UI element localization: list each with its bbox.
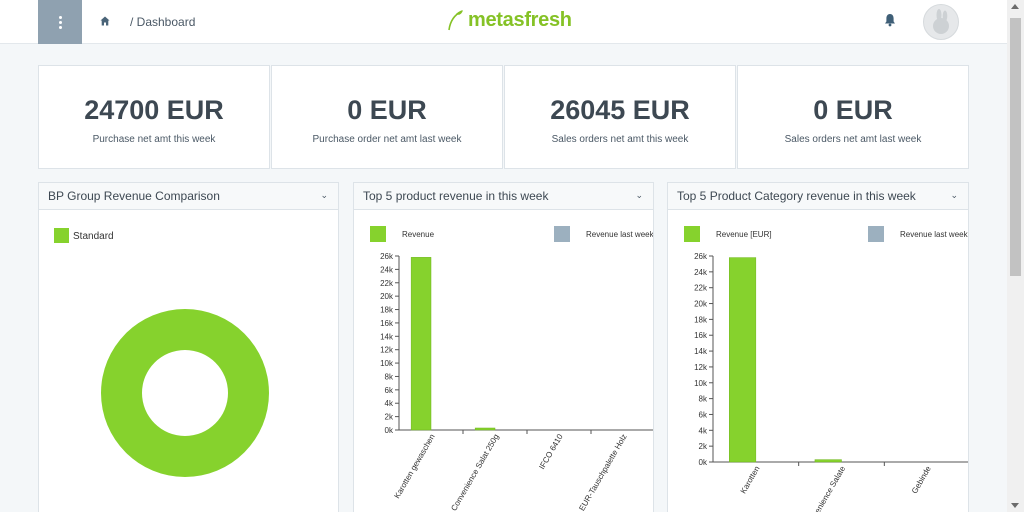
donut-slice xyxy=(101,309,269,477)
y-tick-label: 2k xyxy=(699,442,708,451)
bar xyxy=(814,459,842,463)
panel-title: Top 5 Product Category revenue in this w… xyxy=(677,189,916,203)
y-tick-label: 0k xyxy=(385,426,394,435)
legend-label: Revenue [EUR] xyxy=(716,230,772,239)
y-tick-label: 16k xyxy=(694,331,708,340)
kpi-caption: Sales orders net amt last week xyxy=(784,134,922,145)
y-tick-label: 4k xyxy=(385,399,394,408)
y-tick-label: 4k xyxy=(699,426,708,435)
chart-legend: Revenue Revenue last week xyxy=(370,226,654,242)
panel-title: BP Group Revenue Comparison xyxy=(48,189,220,203)
product-bar-chart: Revenue Revenue last week 0k 2k 4k 6k 8k 10k 12k… xyxy=(370,226,654,512)
kpi-value: 24700 EUR xyxy=(84,95,224,125)
legend-swatch xyxy=(684,226,700,242)
y-tick-label: 20k xyxy=(694,300,708,309)
kpi-caption: Purchase order net amt last week xyxy=(312,134,462,145)
kpi-caption: Sales orders net amt this week xyxy=(551,134,689,145)
y-tick-label: 26k xyxy=(694,252,708,261)
bar xyxy=(474,427,496,431)
chevron-down-icon[interactable]: ⌄ xyxy=(320,190,328,201)
avatar-icon xyxy=(933,9,949,34)
y-tick-label: 22k xyxy=(380,279,394,288)
legend-label: Revenue last week xyxy=(900,230,969,239)
y-tick-label: 26k xyxy=(380,252,394,261)
breadcrumb[interactable]: / Dashboard xyxy=(130,15,195,29)
kpi-card[interactable]: 0 EUR Purchase order net amt last week xyxy=(271,65,503,169)
kpi-card[interactable]: 0 EUR Sales orders net amt last week xyxy=(737,65,969,169)
y-tick-label: 24k xyxy=(380,265,394,274)
top5-product-panel: Top 5 product revenue in this week ⌄ Rev… xyxy=(353,182,654,512)
top5-category-panel: Top 5 Product Category revenue in this w… xyxy=(667,182,969,512)
logo[interactable]: metasfresh xyxy=(446,8,572,32)
x-tick-label: Gebinde xyxy=(910,464,933,495)
panel-header: Top 5 product revenue in this week ⌄ xyxy=(354,183,653,210)
chart-legend: Standard xyxy=(54,228,114,243)
scroll-down-icon[interactable] xyxy=(1011,503,1019,508)
x-tick-label: Convenience Salat 250g xyxy=(449,433,500,512)
y-tick-label: 12k xyxy=(694,363,708,372)
scroll-up-icon[interactable] xyxy=(1011,4,1019,9)
panel-header: BP Group Revenue Comparison ⌄ xyxy=(39,183,338,210)
leaf-icon xyxy=(448,10,463,31)
legend-label: Revenue last week xyxy=(586,230,654,239)
y-tick-label: 14k xyxy=(380,332,394,341)
y-tick-label: 0k xyxy=(699,458,708,467)
legend-label: Revenue xyxy=(402,230,435,239)
kpi-caption: Purchase net amt this week xyxy=(92,134,216,145)
x-tick-label: EUR-Tauschpalette Holz xyxy=(577,433,628,512)
y-tick-label: 6k xyxy=(699,410,708,419)
home-icon[interactable] xyxy=(100,16,110,26)
menu-button[interactable] xyxy=(38,0,82,44)
scrollbar[interactable] xyxy=(1007,0,1024,512)
legend-swatch xyxy=(54,228,69,243)
chart-legend: Revenue [EUR] Revenue last week xyxy=(684,226,969,242)
scroll-thumb[interactable] xyxy=(1010,18,1021,276)
y-tick-label: 10k xyxy=(694,379,708,388)
logo-text: metasfresh xyxy=(468,8,572,31)
y-tick-label: 8k xyxy=(699,395,708,404)
chevron-down-icon[interactable]: ⌄ xyxy=(950,190,958,201)
y-tick-label: 10k xyxy=(380,359,394,368)
y-tick-label: 18k xyxy=(380,306,394,315)
y-tick-label: 22k xyxy=(694,284,708,293)
y-tick-label: 24k xyxy=(694,268,708,277)
kpi-card[interactable]: 24700 EUR Purchase net amt this week xyxy=(38,65,270,169)
avatar[interactable] xyxy=(923,4,959,40)
legend-swatch xyxy=(868,226,884,242)
bell-icon[interactable] xyxy=(884,13,896,27)
x-tick-label: Karotten gewaschen xyxy=(392,433,436,501)
y-tick-label: 8k xyxy=(385,372,394,381)
y-tick-label: 14k xyxy=(694,347,708,356)
bar xyxy=(729,257,757,463)
legend-swatch xyxy=(370,226,386,242)
kpi-value: 0 EUR xyxy=(347,95,427,125)
panel-title: Top 5 product revenue in this week xyxy=(363,189,549,203)
kpi-card[interactable]: 26045 EUR Sales orders net amt this week xyxy=(504,65,736,169)
donut-chart: Standard xyxy=(54,228,269,477)
x-tick-label: IFCO 6410 xyxy=(537,432,565,471)
y-tick-label: 18k xyxy=(694,315,708,324)
kpi-row: 24700 EUR Purchase net amt this week 0 E… xyxy=(38,65,969,169)
x-tick-label: Convenience Salate xyxy=(804,464,848,512)
bp-group-panel: BP Group Revenue Comparison ⌄ Standard xyxy=(38,182,339,512)
bar xyxy=(410,257,432,431)
y-tick-label: 2k xyxy=(385,413,394,422)
x-tick-label: Karotten xyxy=(739,465,762,496)
y-tick-label: 6k xyxy=(385,386,394,395)
y-tick-label: 12k xyxy=(380,346,394,355)
y-tick-label: 16k xyxy=(380,319,394,328)
kpi-value: 26045 EUR xyxy=(550,95,690,125)
chevron-down-icon[interactable]: ⌄ xyxy=(635,190,643,201)
y-tick-label: 20k xyxy=(380,292,394,301)
legend-label: Standard xyxy=(73,231,114,242)
panel-header: Top 5 Product Category revenue in this w… xyxy=(668,183,968,210)
category-bar-chart: Revenue [EUR] Revenue last week 0k 2k 4k 6k 8k… xyxy=(684,226,969,512)
kpi-value: 0 EUR xyxy=(813,95,893,125)
top-bar: / Dashboard metasfresh xyxy=(0,0,1007,44)
menu-icon xyxy=(58,15,62,29)
legend-swatch xyxy=(554,226,570,242)
